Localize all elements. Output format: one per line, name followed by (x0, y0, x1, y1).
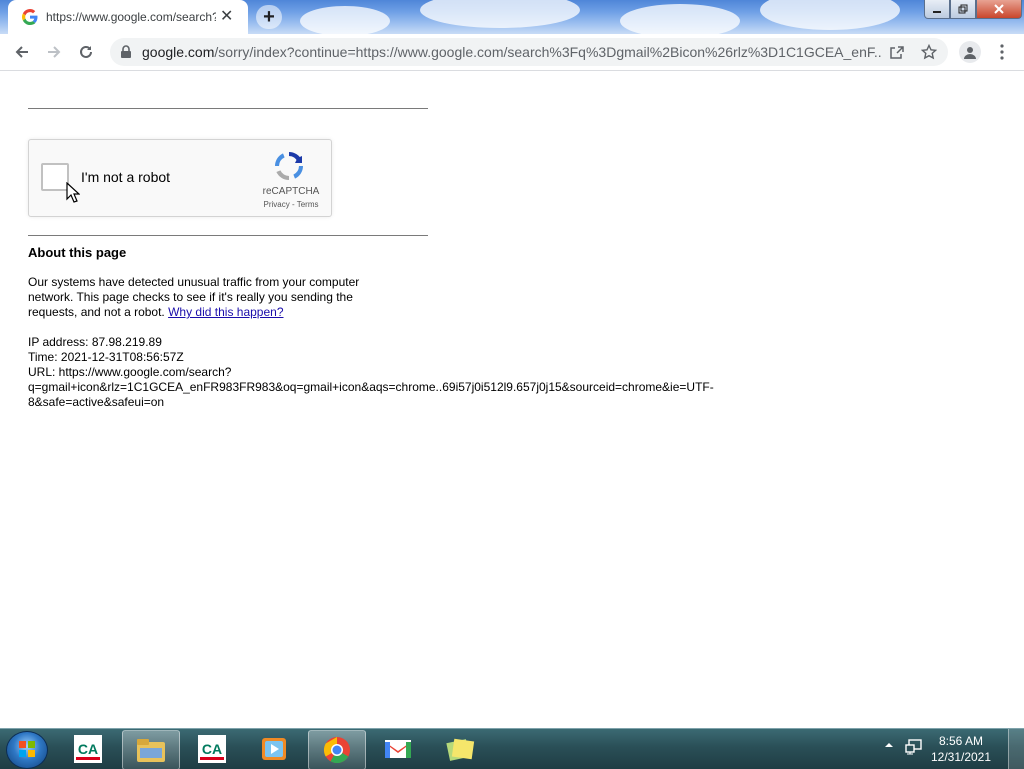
recaptcha-checkbox[interactable] (41, 163, 69, 191)
profile-button[interactable] (959, 41, 981, 63)
close-tab-icon[interactable]: ✕ (220, 9, 233, 25)
folder-icon (137, 739, 165, 762)
url-host: google.com (142, 44, 215, 60)
request-details: IP address: 87.98.219.89 Time: 2021-12-3… (28, 335, 714, 410)
gmail-app[interactable] (370, 730, 426, 768)
chevron-up-icon (885, 743, 893, 747)
divider-bottom (28, 235, 428, 236)
address-bar[interactable]: google.com/sorry/index?continue=https://… (110, 38, 948, 66)
minimize-button[interactable] (924, 0, 950, 19)
credit-agricole-icon: CA (198, 735, 226, 763)
credit-agricole-app-2[interactable]: CA (184, 730, 240, 768)
why-did-this-happen-link[interactable]: Why did this happen? (168, 305, 283, 319)
about-line-1: Our systems have detected unusual traffi… (28, 275, 360, 289)
about-line-2: network. This page checks to see if it's… (28, 290, 353, 304)
reload-button[interactable] (74, 40, 98, 64)
recaptcha-label: I'm not a robot (81, 169, 171, 185)
menu-button[interactable] (994, 41, 1010, 63)
url-path: /sorry/index?continue=https://www.google… (214, 44, 882, 60)
divider-top (28, 108, 428, 109)
link-separator: - (289, 200, 297, 209)
close-icon (994, 4, 1004, 14)
new-tab-button[interactable]: + (256, 5, 282, 29)
show-hidden-icons-button[interactable] (884, 739, 894, 753)
minimize-icon (933, 11, 941, 13)
request-url-line-2: q=gmail+icon&rlz=1C1GCEA_enFR983FR983&oq… (28, 380, 714, 394)
share-button[interactable] (888, 43, 906, 61)
request-time: Time: 2021-12-31T08:56:57Z (28, 350, 184, 364)
forward-arrow-icon (48, 46, 61, 58)
recaptcha-brand: reCAPTCHA (262, 186, 320, 197)
gmail-icon (385, 740, 411, 758)
recaptcha-links: Privacy - Terms (251, 200, 331, 209)
request-url-line-3: 8&safe=active&safeui=on (28, 395, 165, 409)
sky-cloud (760, 0, 900, 30)
chrome-icon (323, 737, 350, 764)
sky-cloud (420, 0, 580, 28)
lock-icon[interactable] (120, 45, 132, 59)
start-button[interactable] (6, 731, 48, 769)
share-icon (890, 46, 904, 59)
media-player-app[interactable] (246, 730, 302, 768)
recaptcha-logo-icon (275, 152, 303, 180)
about-line-3-prefix: requests, and not a robot. (28, 305, 169, 319)
network-icon (905, 739, 922, 755)
windows-logo-icon (19, 741, 35, 757)
sky-cloud (300, 6, 390, 34)
credit-agricole-app[interactable]: CA (60, 730, 116, 768)
tab-strip: https://www.google.com/search?q=gmail+ic… (0, 0, 1024, 34)
clock-time: 8:56 AM (938, 734, 984, 748)
about-text: Our systems have detected unusual traffi… (28, 275, 359, 320)
bookmark-star-icon (921, 44, 937, 60)
browser-toolbar: google.com/sorry/index?continue=https://… (0, 34, 1024, 71)
about-heading: About this page (28, 245, 127, 260)
terms-link[interactable]: Terms (297, 200, 319, 209)
system-clock[interactable]: 8:56 AM 12/31/2021 (930, 733, 992, 765)
forward-button[interactable] (42, 40, 66, 64)
close-window-button[interactable] (976, 0, 1022, 19)
about-line-3: requests, and not a robot. Why did this … (28, 305, 359, 320)
back-button[interactable] (10, 40, 34, 64)
credit-agricole-icon: CA (74, 735, 102, 763)
mouse-pointer-icon (66, 182, 80, 203)
reload-icon (80, 45, 92, 58)
windows-taskbar: CA CA 8:56 AM 12/31/2021 (0, 728, 1024, 769)
window-controls (924, 0, 1022, 19)
file-explorer-app[interactable] (122, 730, 180, 769)
active-tab[interactable]: https://www.google.com/search?q=gmail+ic… (8, 0, 248, 34)
show-desktop-button[interactable] (1008, 729, 1024, 769)
request-url-line-1: URL: https://www.google.com/search? (28, 365, 232, 379)
address-url[interactable]: google.com/sorry/index?continue=https://… (142, 44, 882, 60)
restore-button[interactable] (950, 0, 976, 19)
restore-icon (958, 4, 968, 14)
tab-title: https://www.google.com/search?q=gmail+ic… (46, 10, 216, 24)
privacy-link[interactable]: Privacy (264, 200, 290, 209)
ip-address: IP address: 87.98.219.89 (28, 335, 162, 349)
back-arrow-icon (15, 46, 28, 58)
menu-icon (1000, 44, 1004, 60)
svg-text:CA: CA (78, 741, 98, 757)
svg-text:CA: CA (202, 741, 222, 757)
bookmark-button[interactable] (920, 43, 938, 61)
chrome-app[interactable] (308, 730, 366, 769)
clock-date: 12/31/2021 (930, 750, 992, 764)
media-player-icon (262, 738, 286, 760)
google-favicon-icon (22, 9, 38, 25)
recaptcha-widget: I'm not a robot reCAPTCHA Privacy - Term… (28, 139, 332, 217)
network-status-button[interactable] (905, 739, 923, 758)
sticky-notes-app[interactable] (432, 730, 488, 768)
profile-icon (964, 47, 976, 59)
sticky-notes-icon (446, 738, 475, 761)
sky-cloud (620, 4, 740, 34)
